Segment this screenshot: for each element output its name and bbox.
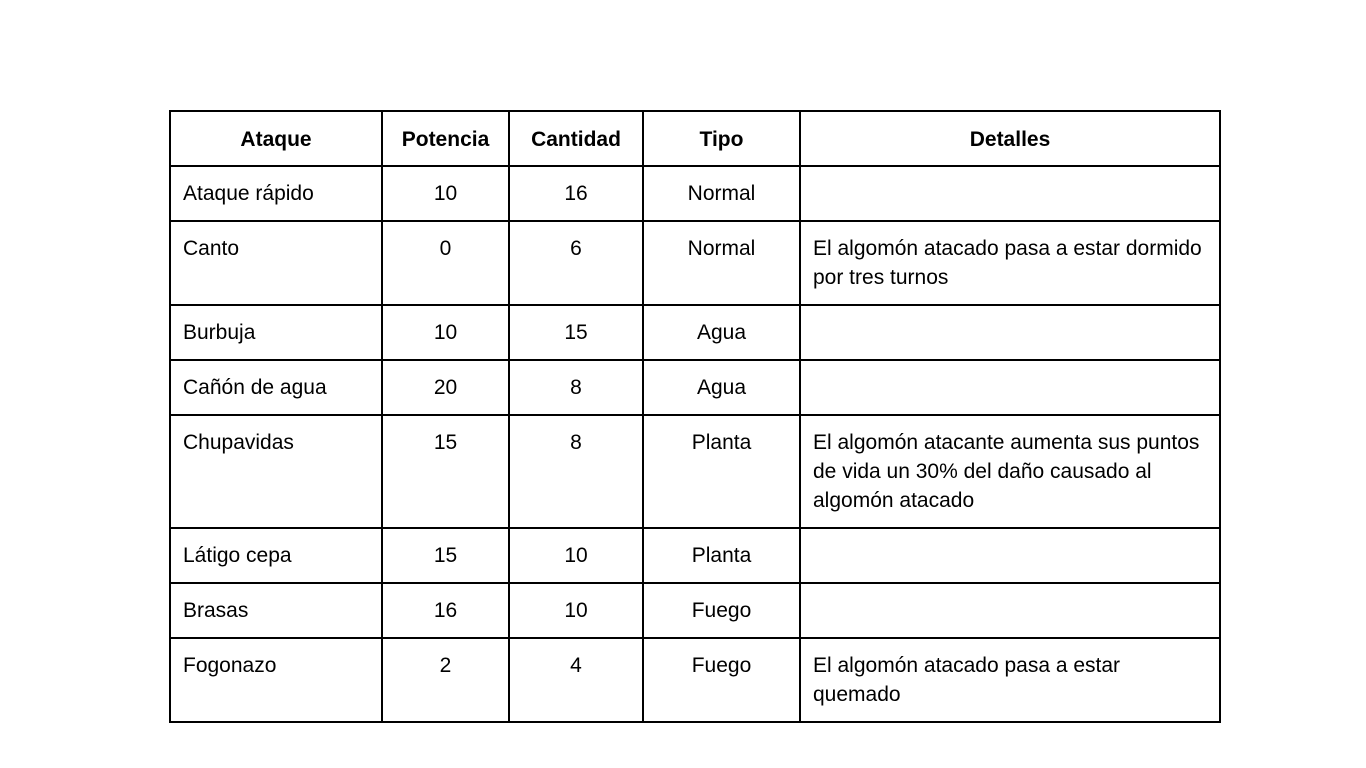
cell-cantidad: 6 (508, 220, 644, 306)
cell-ataque: Canto (169, 220, 383, 306)
cell-detalles (799, 582, 1221, 639)
cell-detalles (799, 527, 1221, 584)
cell-potencia: 2 (381, 637, 510, 723)
table-header-row: Ataque Potencia Cantidad Tipo Detalles (169, 110, 1221, 167)
table-row: Fogonazo 2 4 Fuego El algomón atacado pa… (169, 637, 1221, 723)
cell-cantidad: 8 (508, 414, 644, 529)
cell-tipo: Agua (642, 304, 801, 361)
cell-cantidad: 4 (508, 637, 644, 723)
table-row: Ataque rápido 10 16 Normal (169, 165, 1221, 222)
cell-ataque: Ataque rápido (169, 165, 383, 222)
attacks-table: Ataque Potencia Cantidad Tipo Detalles A… (169, 110, 1221, 723)
cell-detalles (799, 304, 1221, 361)
cell-cantidad: 8 (508, 359, 644, 416)
cell-potencia: 20 (381, 359, 510, 416)
cell-ataque: Fogonazo (169, 637, 383, 723)
cell-cantidad: 10 (508, 527, 644, 584)
cell-detalles: El algomón atacado pasa a estar quemado (799, 637, 1221, 723)
cell-ataque: Burbuja (169, 304, 383, 361)
cell-tipo: Fuego (642, 582, 801, 639)
cell-detalles (799, 359, 1221, 416)
cell-tipo: Agua (642, 359, 801, 416)
table-row: Burbuja 10 15 Agua (169, 304, 1221, 361)
cell-tipo: Planta (642, 414, 801, 529)
cell-ataque: Látigo cepa (169, 527, 383, 584)
header-ataque: Ataque (169, 110, 383, 167)
header-tipo: Tipo (642, 110, 801, 167)
table-row: Canto 0 6 Normal El algomón atacado pasa… (169, 220, 1221, 306)
cell-potencia: 16 (381, 582, 510, 639)
header-potencia: Potencia (381, 110, 510, 167)
header-cantidad: Cantidad (508, 110, 644, 167)
cell-ataque: Cañón de agua (169, 359, 383, 416)
cell-cantidad: 10 (508, 582, 644, 639)
cell-detalles (799, 165, 1221, 222)
cell-ataque: Chupavidas (169, 414, 383, 529)
cell-potencia: 10 (381, 304, 510, 361)
cell-potencia: 0 (381, 220, 510, 306)
table-row: Látigo cepa 15 10 Planta (169, 527, 1221, 584)
cell-potencia: 15 (381, 414, 510, 529)
cell-tipo: Normal (642, 220, 801, 306)
cell-tipo: Normal (642, 165, 801, 222)
header-detalles: Detalles (799, 110, 1221, 167)
cell-tipo: Planta (642, 527, 801, 584)
cell-potencia: 15 (381, 527, 510, 584)
table-row: Brasas 16 10 Fuego (169, 582, 1221, 639)
cell-detalles: El algomón atacado pasa a estar dormido … (799, 220, 1221, 306)
cell-potencia: 10 (381, 165, 510, 222)
table-row: Chupavidas 15 8 Planta El algomón atacan… (169, 414, 1221, 529)
table-row: Cañón de agua 20 8 Agua (169, 359, 1221, 416)
cell-detalles: El algomón atacante aumenta sus puntos d… (799, 414, 1221, 529)
cell-cantidad: 16 (508, 165, 644, 222)
cell-ataque: Brasas (169, 582, 383, 639)
cell-cantidad: 15 (508, 304, 644, 361)
cell-tipo: Fuego (642, 637, 801, 723)
